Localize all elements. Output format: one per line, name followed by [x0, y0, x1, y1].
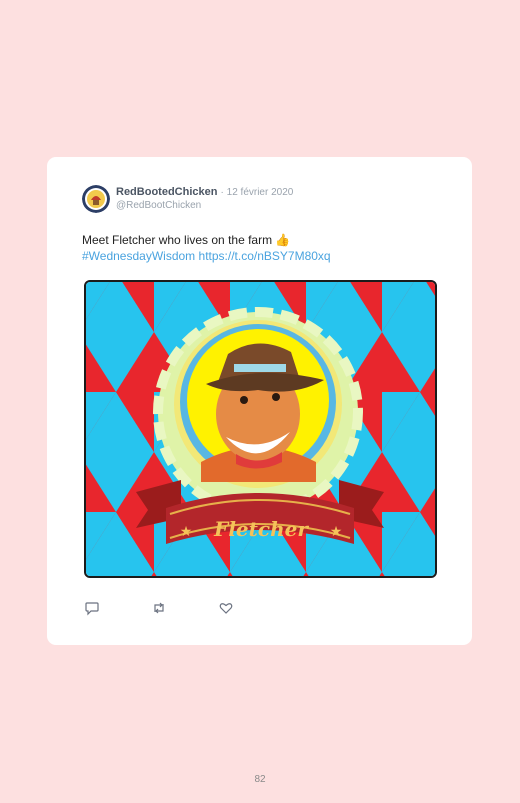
reply-button[interactable]: [84, 600, 100, 616]
tweet-card: RedBootedChicken · 12 février 2020 @RedB…: [47, 157, 472, 645]
display-name-row: RedBootedChicken · 12 février 2020: [116, 186, 293, 198]
reply-icon: [85, 602, 99, 616]
hashtag-link[interactable]: #WednesdayWisdom: [82, 249, 195, 263]
tweet-image[interactable]: Fletcher ★ ★: [84, 280, 437, 578]
user-handle[interactable]: @RedBootChicken: [116, 200, 201, 211]
heart-icon: [219, 603, 233, 614]
star-icon: ★: [330, 523, 343, 539]
avatar[interactable]: [82, 185, 110, 213]
like-button[interactable]: [218, 600, 234, 616]
fletcher-illustration: Fletcher ★ ★: [86, 282, 435, 576]
tweet-text-main: Meet Fletcher who lives on the farm 👍: [82, 233, 291, 247]
tweet-text: Meet Fletcher who lives on the farm 👍 #W…: [82, 232, 442, 264]
tweet-url-link[interactable]: https://t.co/nBSY7M80xq: [199, 249, 331, 263]
action-bar: [84, 600, 284, 616]
star-icon: ★: [180, 523, 193, 539]
retweet-icon: [154, 602, 164, 614]
image-caption: Fletcher: [213, 517, 309, 541]
retweet-button[interactable]: [151, 600, 167, 616]
page-number: 82: [254, 774, 266, 785]
tweet-date[interactable]: · 12 février 2020: [221, 187, 294, 198]
display-name[interactable]: RedBootedChicken: [116, 186, 217, 198]
